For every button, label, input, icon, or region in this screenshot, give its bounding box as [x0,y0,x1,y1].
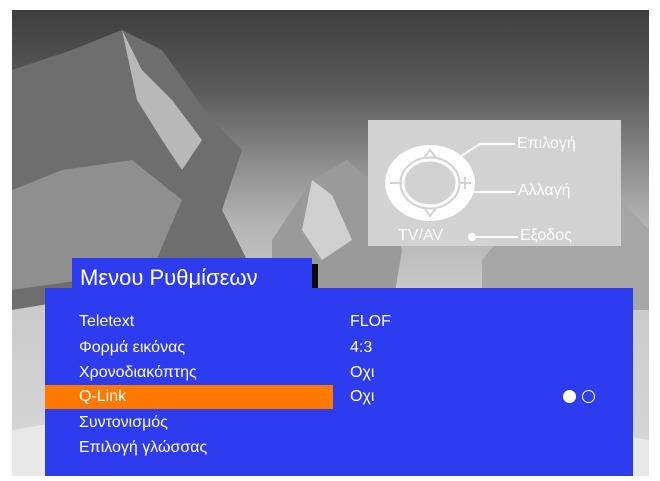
settings-menu: Teletext FLOF Φορμά εικόνας 4:3 Χρονοδια… [45,288,633,476]
menu-item-teletext[interactable]: Teletext FLOF [45,310,633,334]
option-dot-filled-icon [563,390,576,404]
exit-hint-label: Εξοδος [520,227,572,244]
tv-screen: TV/AV Επιλογή Αλλαγή Εξοδος Μενου Ρυθμίσ… [12,10,649,476]
menu-item-tuning[interactable]: Συντονισμός [45,411,633,435]
option-indicator [563,388,601,406]
menu-item-value: FLOF [350,313,391,330]
menu-item-label: Teletext [79,313,135,330]
option-dot-empty-icon [582,390,595,404]
menu-item-picture-format[interactable]: Φορμά εικόνας 4:3 [45,336,633,360]
menu-item-label: Συντονισμός [79,414,168,431]
change-hint-label: Αλλαγή [518,182,571,199]
menu-item-value: Οχι [350,388,375,405]
menu-item-value: Οχι [350,364,375,381]
menu-item-language[interactable]: Επιλογή γλώσσας [45,436,633,460]
menu-item-label: Φορμά εικόνας [79,339,186,356]
menu-item-timer[interactable]: Χρονοδιακόπτης Οχι [45,361,633,385]
menu-item-q-link[interactable]: Q-Link Οχι [45,385,633,409]
menu-item-label: Q-Link [79,388,127,405]
menu-item-value: 4:3 [350,339,373,356]
menu-item-label: Χρονοδιακόπτης [79,364,197,381]
tvav-label: TV/AV [398,227,444,244]
remote-help-panel: TV/AV Επιλογή Αλλαγή Εξοδος [368,120,621,246]
select-hint-label: Επιλογή [517,135,576,152]
menu-item-label: Επιλογή γλώσσας [79,439,208,456]
